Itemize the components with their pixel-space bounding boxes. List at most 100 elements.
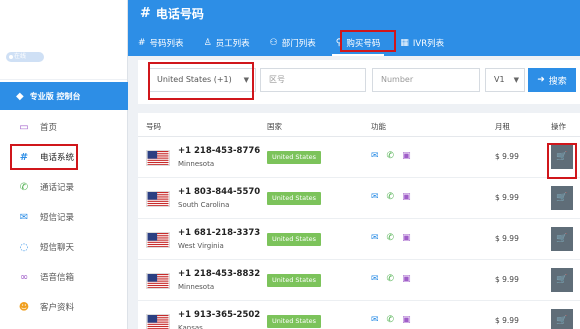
monthly-price: $ 9.99 — [495, 234, 519, 243]
country-select-value: United States (+1) — [157, 75, 232, 84]
search-button[interactable]: ➜ 搜索 — [528, 68, 576, 92]
caret-down-icon: ▼ — [243, 76, 249, 84]
table-row: +1 803-844-5570 South Carolina United St… — [138, 178, 580, 219]
monitor-icon: ▭ — [19, 121, 29, 133]
search-button-label: 搜索 — [548, 76, 567, 87]
buy-cart-button[interactable]: 🛒 — [551, 268, 573, 292]
country-badge: United States — [267, 233, 322, 246]
sidebar-item-home[interactable]: ▭ 首页 — [0, 112, 128, 142]
number-table: 号码 国家 功能 月租 操作 +1 218-453-8776 Minnesota… — [138, 113, 580, 329]
cart-icon: 🛒 — [556, 275, 568, 285]
voicemail-icon: ∞ — [19, 271, 29, 283]
version-select-value: V1 — [494, 75, 505, 84]
image-icon: ▣ — [402, 233, 411, 243]
header-number: 号码 — [146, 122, 161, 131]
search-bar: United States (+1) ▼ 区号 Number V1 ▼ ➜ 搜索 — [138, 60, 580, 104]
envelope-icon: ✉ — [371, 151, 379, 161]
feature-icons: ✉ ✆ ▣ — [371, 151, 411, 161]
us-flag-icon — [146, 232, 170, 248]
pro-console-label: 专业版 控制台 — [29, 91, 81, 101]
sidebar-item-label: 语音信箱 — [40, 273, 75, 283]
monthly-price: $ 9.99 — [495, 193, 519, 202]
phone-number: +1 803-844-5570 — [178, 187, 261, 197]
phone-icon: ✆ — [386, 151, 395, 161]
buy-cart-button[interactable]: 🛒 — [551, 227, 573, 251]
cart-icon: 🛒 — [556, 152, 568, 162]
phone-icon: ✆ — [386, 233, 395, 243]
phone-icon: ✆ — [386, 315, 395, 325]
chat-icon: ◌ — [19, 241, 29, 253]
cart-icon: 🛒 — [556, 234, 568, 244]
header-country: 国家 — [267, 122, 282, 131]
header-monthly: 月租 — [495, 122, 510, 131]
tab-ivr-list[interactable]: ▦ IVR列表 — [390, 30, 454, 56]
tab-label: 员工列表 — [215, 39, 250, 49]
tab-bar: # 号码列表 ♙ 员工列表 ⚇ 部门列表 ⚲ 购买号码 ▦ IVR列表 — [128, 30, 454, 56]
sidebar-item-call-records[interactable]: ✆ 通话记录 — [0, 172, 128, 202]
phone-number: +1 218-453-8832 — [178, 269, 261, 279]
state-name: West Virginia — [178, 242, 224, 250]
sidebar-item-label: 客户资料 — [40, 303, 75, 313]
phone-number: +1 913-365-2502 — [178, 310, 261, 320]
pro-console-bar[interactable]: ◆ 专业版 控制台 — [0, 82, 128, 110]
sidebar-item-phone-system[interactable]: # 电话系统 — [0, 142, 128, 172]
search-icon: ⚲ — [335, 38, 343, 48]
tab-buy-number[interactable]: ⚲ 购买号码 — [326, 30, 391, 56]
top-header: # 电话号码 # 号码列表 ♙ 员工列表 ⚇ 部门列表 ⚲ 购买号码 ▦ IVR… — [128, 0, 580, 56]
country-select[interactable]: United States (+1) ▼ — [148, 68, 256, 92]
monthly-price: $ 9.99 — [495, 152, 519, 161]
table-row: +1 681-218-3373 West Virginia United Sta… — [138, 219, 580, 260]
group-icon: ⚇ — [269, 38, 278, 48]
table-row: +1 913-365-2502 Kansas United States ✉ ✆ ▣… — [138, 301, 580, 329]
sidebar-item-sms-chat[interactable]: ◌ 短信聊天 — [0, 232, 128, 262]
version-select[interactable]: V1 ▼ — [485, 68, 525, 92]
envelope-icon: ✉ — [19, 211, 29, 223]
state-name: South Carolina — [178, 201, 230, 209]
table-row: +1 218-453-8832 Minnesota United States … — [138, 260, 580, 301]
sidebar-item-sms-records[interactable]: ✉ 短信记录 — [0, 202, 128, 232]
feature-icons: ✉ ✆ ▣ — [371, 233, 411, 243]
user-icon: ☻ — [18, 301, 30, 313]
sidebar-item-label: 通话记录 — [40, 183, 75, 193]
brand-area: 在线 — [0, 0, 127, 80]
image-icon: ▣ — [402, 192, 411, 202]
phone-number: +1 681-218-3373 — [178, 228, 261, 238]
sidebar-item-label: 首页 — [40, 123, 58, 133]
sidebar-item-label: 短信聊天 — [40, 243, 75, 253]
buy-cart-button[interactable]: 🛒 — [551, 186, 573, 210]
state-name: Minnesota — [178, 283, 215, 291]
arrow-right-icon: ➜ — [537, 75, 545, 85]
sidebar-item-label: 电话系统 — [40, 153, 75, 163]
number-placeholder: Number — [381, 75, 414, 84]
user-icon: ♙ — [203, 38, 212, 48]
tab-department-list[interactable]: ⚇ 部门列表 — [260, 30, 326, 56]
hash-icon: # — [138, 38, 146, 48]
tab-number-list[interactable]: # 号码列表 — [128, 30, 194, 56]
cart-icon: 🛒 — [556, 193, 568, 203]
header-features: 功能 — [371, 122, 386, 131]
phone-number: +1 218-453-8776 — [178, 146, 261, 156]
buy-cart-button[interactable]: 🛒 — [551, 145, 573, 169]
area-code-input[interactable]: 区号 — [260, 68, 366, 92]
caret-down-icon: ▼ — [513, 76, 519, 84]
buy-cart-button[interactable]: 🛒 — [551, 309, 573, 329]
diamond-icon: ◆ — [16, 90, 24, 102]
header-action: 操作 — [551, 122, 566, 131]
image-icon: ▣ — [402, 151, 411, 161]
cart-icon: 🛒 — [556, 316, 568, 326]
monthly-price: $ 9.99 — [495, 275, 519, 284]
us-flag-icon — [146, 150, 170, 166]
sidebar-item-customers[interactable]: ☻ 客户资料 — [0, 292, 128, 322]
image-icon: ▣ — [402, 274, 411, 284]
sidebar-item-label: 短信记录 — [40, 213, 75, 223]
state-name: Kansas — [178, 324, 203, 329]
feature-icons: ✉ ✆ ▣ — [371, 315, 411, 325]
us-flag-icon — [146, 273, 170, 289]
us-flag-icon — [146, 314, 170, 329]
number-input[interactable]: Number — [372, 68, 480, 92]
sidebar-item-voicemail[interactable]: ∞ 语音信箱 — [0, 262, 128, 292]
tab-staff-list[interactable]: ♙ 员工列表 — [194, 30, 260, 56]
envelope-icon: ✉ — [371, 233, 379, 243]
phone-icon: ✆ — [386, 274, 395, 284]
us-flag-icon — [146, 191, 170, 207]
